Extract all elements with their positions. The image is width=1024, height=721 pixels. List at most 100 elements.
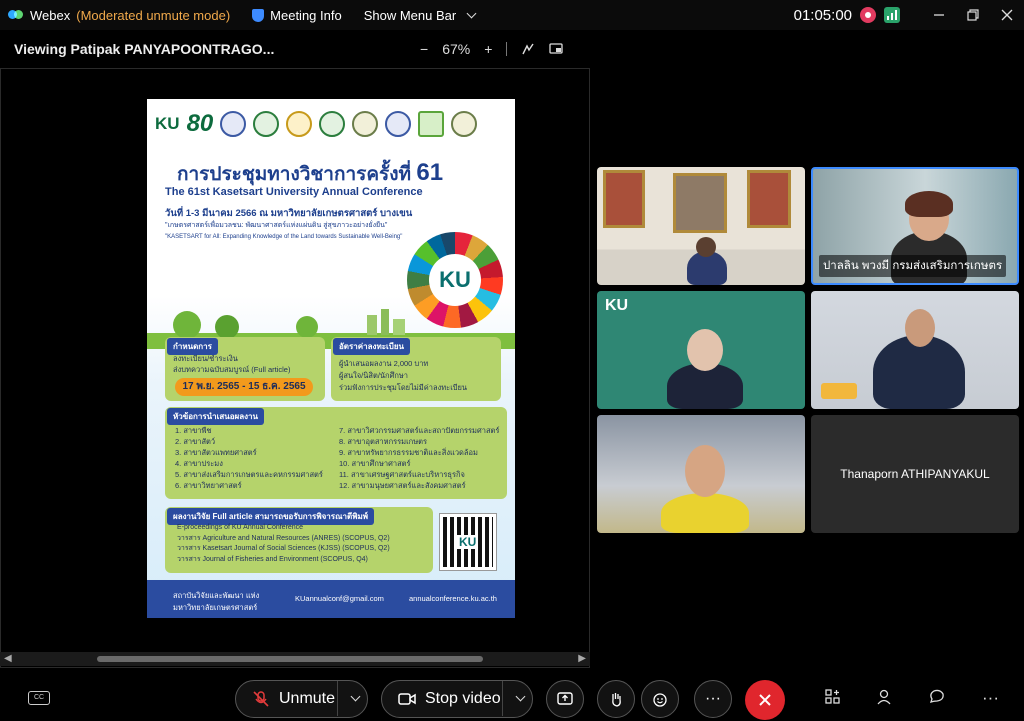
network-stats-icon[interactable] <box>884 7 900 23</box>
more-icon: ··· <box>982 688 999 707</box>
scrollbar-thumb[interactable] <box>97 656 483 662</box>
viewing-label: Viewing Patipak PANYAPOONTRAGO... <box>14 41 275 57</box>
chat-icon <box>929 689 944 704</box>
participant-video-tile[interactable] <box>597 415 805 533</box>
ku80-logo: 80 <box>186 110 214 137</box>
reactions-button[interactable] <box>641 680 679 718</box>
moderated-mode-label: (Moderated unmute mode) <box>76 7 231 23</box>
participant-head <box>685 445 725 497</box>
video-options-dropdown[interactable] <box>502 681 532 716</box>
close-window-button[interactable] <box>990 0 1024 30</box>
minimize-icon <box>934 14 944 16</box>
participant-video-tile-active[interactable]: ปาลลิน พวงมี กรมส่งเสริมการเกษตร <box>811 167 1019 285</box>
unmute-button[interactable]: Unmute <box>235 680 368 718</box>
audio-options-dropdown[interactable] <box>337 681 367 716</box>
meeting-info-button[interactable]: Meeting Info <box>252 8 342 23</box>
participant-person <box>661 493 749 533</box>
chevron-down-icon <box>515 691 526 702</box>
scroll-right-icon[interactable]: ▶ <box>578 653 586 664</box>
meeting-timer: 01:05:00 <box>793 6 852 24</box>
seal-icon <box>352 111 379 137</box>
publish-item: วารสาร Kasetsart Journal of Social Scien… <box>177 545 390 552</box>
seal-icon <box>451 111 478 137</box>
portrait-frame <box>603 170 645 228</box>
pop-out-icon[interactable] <box>549 42 564 56</box>
poster-logos: KU 80 <box>155 105 507 143</box>
topic-item: 3. สาขาสัตวแพทยศาสตร์ <box>175 448 257 457</box>
show-menu-bar-button[interactable]: Show Menu Bar <box>363 7 477 23</box>
topics-header: หัวข้อการนำเสนอผลงาน <box>167 408 264 425</box>
participant-hair <box>905 191 953 217</box>
ku-logo: KU <box>155 114 180 133</box>
zoom-out-button[interactable]: − <box>420 41 428 57</box>
raise-hand-icon <box>612 693 621 707</box>
share-viewer-header: Viewing Patipak PANYAPOONTRAGO... − 67% … <box>0 30 590 68</box>
topic-item: 2. สาขาสัตว์ <box>175 437 216 446</box>
leave-meeting-button[interactable] <box>745 680 785 720</box>
topic-item: 6. สาขาวิทยาศาสตร์ <box>175 481 242 490</box>
topic-item: 7. สาขาวิศวกรรมศาสตร์และสถาปัตยกรรมศาสตร… <box>339 426 500 435</box>
share-button[interactable] <box>546 680 584 718</box>
closed-captions-button[interactable]: CC <box>28 691 50 705</box>
raise-hand-button[interactable] <box>597 680 635 718</box>
annotate-icon[interactable] <box>521 42 535 56</box>
recording-icon[interactable] <box>860 7 876 23</box>
chevron-down-icon <box>466 8 477 18</box>
restore-button[interactable] <box>956 0 990 30</box>
chevron-down-icon <box>350 691 361 702</box>
poster-footer: สถาบันวิจัยและพัฒนา แห่งมหาวิทยาลัยเกษตร… <box>147 580 515 618</box>
publish-list: E-proceedings of KU Annual Conference วา… <box>177 523 390 565</box>
more-options-button[interactable]: ··· <box>694 680 732 718</box>
close-icon <box>759 694 771 706</box>
footer-org: สถาบันวิจัยและพัฒนา แห่งมหาวิทยาลัยเกษตร… <box>173 591 260 612</box>
topic-item: 12. สาขามนุษยศาสตร์และสังคมศาสตร์ <box>339 481 466 490</box>
topic-item: 5. สาขาส่งเสริมการเกษตรและคหกรรมศาสตร์ <box>175 470 323 479</box>
fee-line2: ผู้สนใจ/นิสิต/นักศึกษา <box>339 371 409 380</box>
topic-item: 10. สาขาศึกษาศาสตร์ <box>339 459 411 468</box>
stop-video-label: Stop video <box>425 690 501 707</box>
participant-tile-no-video[interactable]: Thanaporn ATHIPANYAKUL <box>811 415 1019 533</box>
topic-item: 9. สาขาทรัพยากรธรรมชาติและสิ่งแวดล้อม <box>339 448 478 457</box>
muted-mic-icon <box>253 691 269 707</box>
fee-header: อัตราค่าลงทะเบียน <box>333 338 410 355</box>
footer-email: KUannualconf@gmail.com <box>295 594 384 603</box>
restore-icon <box>967 9 979 21</box>
poster-theme-en: "KASETSART for All: Expanding Knowledge … <box>165 234 403 240</box>
participant-video-tile[interactable]: KU <box>597 291 805 409</box>
publish-item: วารสาร Agriculture and Natural Resources… <box>177 534 390 542</box>
portrait-frame <box>747 170 791 228</box>
fee-line1: ผู้นำเสนอผลงาน 2,000 บาท <box>339 359 429 368</box>
more-icon: ··· <box>705 690 721 707</box>
apps-button[interactable] <box>824 688 842 711</box>
more-panels-button[interactable]: ··· <box>982 688 999 708</box>
participant-video-tile[interactable] <box>811 291 1019 409</box>
minimize-button[interactable] <box>922 0 956 30</box>
participant-head <box>696 237 716 257</box>
shield-icon <box>252 8 265 22</box>
close-icon <box>1001 9 1013 21</box>
webex-logo-icon <box>8 9 24 21</box>
fee-line3: ร่วมฟังการประชุมโดยไม่มีค่าลงทะเบียน <box>339 383 468 392</box>
publish-item: วารสาร Journal of Fisheries and Environm… <box>177 555 368 563</box>
stop-video-button[interactable]: Stop video <box>381 680 533 718</box>
zoom-in-button[interactable]: + <box>484 41 492 57</box>
participant-name: ปาลลิน พวงมี กรมส่งเสริมการเกษตร <box>819 255 1007 277</box>
seal-icon <box>286 111 313 137</box>
meeting-control-bar: CC Unmute Stop video ··· ··· <box>0 672 1024 721</box>
app-name: Webex <box>30 7 71 23</box>
participants-icon <box>877 689 891 705</box>
poster-title-th: การประชุมทางวิชาการครั้งที่ 61 <box>177 159 444 186</box>
scroll-left-icon[interactable]: ◀ <box>4 653 12 664</box>
schedule-dates: 17 พ.ย. 2565 - 15 ธ.ค. 2565 <box>175 378 313 396</box>
horizontal-scrollbar[interactable]: ◀ ▶ <box>0 652 590 666</box>
meeting-info-label: Meeting Info <box>270 7 342 23</box>
seal-icon <box>418 111 445 137</box>
schedule-line1: ลงทะเบียน/ชำระเงิน <box>173 354 238 363</box>
show-menu-bar-label: Show Menu Bar <box>363 7 457 23</box>
participant-video-tile[interactable] <box>597 167 805 285</box>
unmute-label: Unmute <box>279 690 336 707</box>
participants-button[interactable] <box>876 688 894 711</box>
chat-button[interactable] <box>928 688 946 711</box>
zoom-level: 67% <box>442 41 471 57</box>
topic-item: 8. สาขาอุตสาหกรรมเกษตร <box>339 437 428 446</box>
